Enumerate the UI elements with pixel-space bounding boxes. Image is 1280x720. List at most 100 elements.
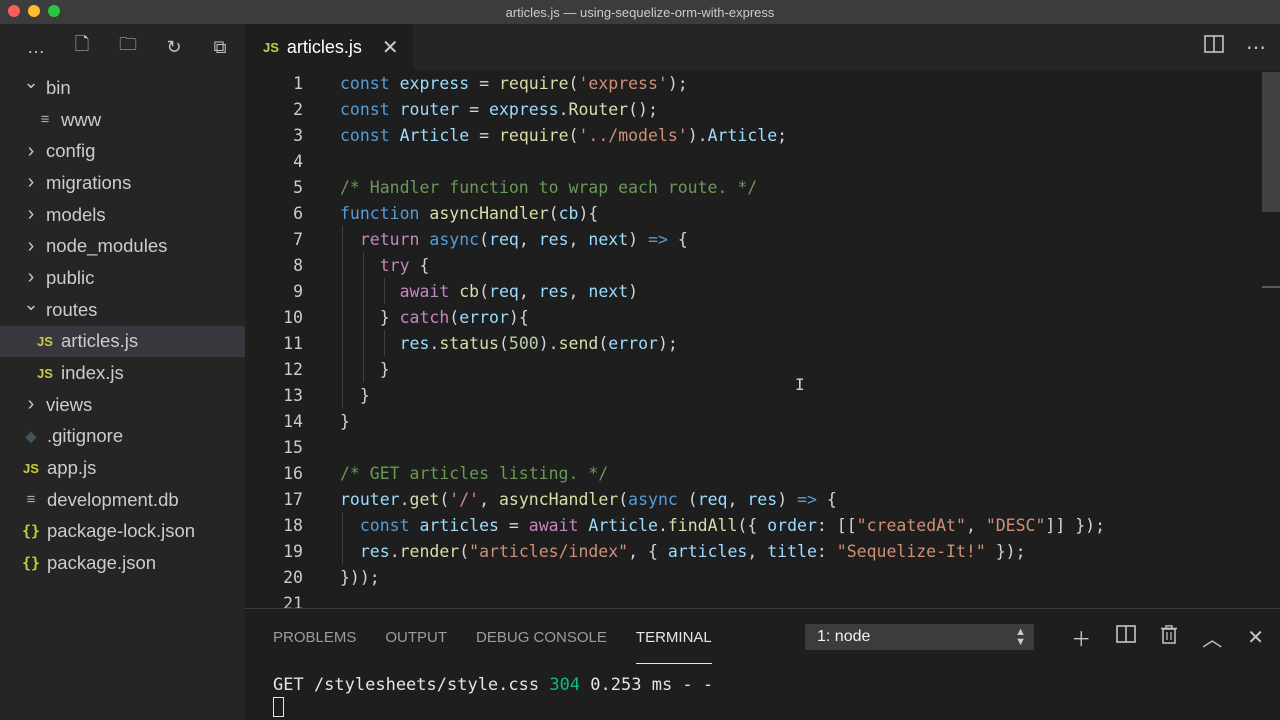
- more-actions-icon[interactable]: …: [24, 35, 48, 59]
- terminal-timing: 0.253 ms - -: [580, 675, 714, 695]
- code-token: get: [409, 490, 440, 509]
- line-number: 15: [283, 438, 303, 457]
- code-text: res.render("articles/index", { articles,…: [340, 539, 1026, 565]
- code-token: router: [399, 100, 460, 119]
- code-token: title: [767, 542, 817, 561]
- code-token: "createdAt": [856, 516, 966, 535]
- tab-terminal[interactable]: TERMINAL: [635, 629, 712, 664]
- split-editor-icon[interactable]: [1204, 35, 1224, 59]
- code-token: res: [538, 230, 569, 249]
- new-folder-icon[interactable]: 🗀: [116, 34, 140, 59]
- code-token: ]] });: [1045, 516, 1106, 535]
- tree-item[interactable]: › config: [0, 135, 245, 167]
- tree-item[interactable]: ⌄ bin: [0, 72, 245, 104]
- code-token: order: [767, 516, 817, 535]
- tree-item[interactable]: {} package-lock.json: [0, 516, 245, 548]
- code-token: (: [479, 282, 490, 301]
- collapse-all-icon[interactable]: ⧉: [208, 35, 232, 59]
- more-actions-icon[interactable]: ⋯: [1246, 35, 1266, 60]
- tree-item[interactable]: {} package.json: [0, 547, 245, 579]
- line-number: 8: [293, 256, 303, 275]
- trash-icon[interactable]: [1161, 624, 1178, 650]
- line-number: 11: [283, 334, 303, 353]
- explorer-sidebar: … 🗋 🗀 ↻ ⧉ ⌄ bin ≡ www › config › migrations › models ›…: [0, 24, 245, 720]
- close-tab-icon[interactable]: ✕: [382, 35, 399, 60]
- code-token: }: [340, 308, 400, 327]
- close-window-button[interactable]: [8, 5, 20, 17]
- tree-item-label: articles.js: [61, 330, 139, 352]
- tree-item[interactable]: › migrations: [0, 167, 245, 199]
- tab-output[interactable]: OUTPUT: [385, 629, 447, 646]
- tree-item[interactable]: JS articles.js: [0, 325, 245, 358]
- code-text: router.get('/', asyncHandler(async (req,…: [340, 487, 837, 513]
- code-token: =: [469, 126, 499, 145]
- minimize-window-button[interactable]: [28, 5, 40, 17]
- code-token: articles: [667, 542, 748, 561]
- tree-item[interactable]: JS index.js: [0, 357, 245, 389]
- code-token: '../models': [578, 126, 688, 145]
- code-line: 19 res.render("articles/index", { articl…: [245, 539, 1265, 565]
- tree-item[interactable]: ≡ www: [0, 104, 245, 136]
- code-token: (: [449, 308, 460, 327]
- tree-item[interactable]: › node_modules: [0, 230, 245, 262]
- chevron-right-icon: ›: [27, 234, 35, 257]
- code-editor[interactable]: I 1 const express = require('express'); 2 c…: [245, 70, 1280, 608]
- code-token: await: [399, 282, 450, 301]
- chevron-right-icon: ›: [27, 266, 35, 289]
- code-token: .: [389, 542, 400, 561]
- code-token: const: [340, 74, 390, 93]
- terminal-select[interactable]: 1: node ▲ ▼: [805, 624, 1034, 650]
- tree-item[interactable]: › models: [0, 199, 245, 231]
- code-token: ){: [578, 204, 599, 223]
- new-terminal-icon[interactable]: ＋: [1071, 623, 1091, 652]
- code-token: );: [667, 74, 688, 93]
- code-line: 18 const articles = await Article.findAl…: [245, 513, 1265, 539]
- maximize-window-button[interactable]: [48, 5, 60, 17]
- tree-item[interactable]: ◆ .gitignore: [0, 421, 245, 453]
- code-token: 'express': [578, 74, 668, 93]
- file-tree: ⌄ bin ≡ www › config › migrations › models › node_m…: [0, 72, 245, 579]
- tree-item[interactable]: JS app.js: [0, 452, 245, 484]
- code-line: 10 } catch(error){: [245, 305, 1265, 331]
- code-line: 4: [245, 149, 1265, 175]
- code-token: (: [568, 74, 579, 93]
- terminal-request: GET /stylesheets/style.css: [273, 675, 550, 695]
- tab-problems[interactable]: PROBLEMS: [273, 629, 356, 646]
- code-token: require: [498, 74, 569, 93]
- refresh-icon[interactable]: ↻: [162, 35, 186, 59]
- code-token: ,: [568, 282, 589, 301]
- editor-tab-bar: JS articles.js ✕ ⋯: [245, 24, 1280, 70]
- close-panel-icon[interactable]: ✕: [1247, 625, 1264, 650]
- new-file-icon[interactable]: 🗋: [70, 34, 94, 59]
- code-token: Article: [707, 126, 778, 145]
- tree-item[interactable]: ⌄ routes: [0, 294, 245, 326]
- code-token: Article: [399, 126, 470, 145]
- js-file-icon: JS: [37, 365, 53, 381]
- code-token: .: [399, 490, 410, 509]
- code-text: try {: [340, 253, 430, 279]
- tree-item[interactable]: › views: [0, 389, 245, 421]
- code-token: req: [697, 490, 728, 509]
- code-text: function asyncHandler(cb){: [340, 201, 598, 227]
- window-controls: [8, 5, 60, 17]
- tree-item[interactable]: › public: [0, 262, 245, 294]
- code-token: .: [429, 334, 440, 353]
- code-token: (: [439, 490, 450, 509]
- line-number: 19: [283, 542, 303, 561]
- code-token: asyncHandler: [429, 204, 549, 223]
- split-terminal-icon[interactable]: [1116, 625, 1137, 649]
- line-number: 17: [283, 490, 303, 509]
- code-token: ,: [568, 230, 589, 249]
- tree-item-label: public: [46, 266, 95, 288]
- terminal-output-line: GET /stylesheets/style.css 304 0.253 ms …: [273, 675, 713, 695]
- editor-actions: ⋯: [1204, 24, 1266, 70]
- maximize-panel-icon[interactable]: ︿: [1202, 623, 1222, 652]
- tree-item[interactable]: ≡ development.db: [0, 484, 245, 516]
- tab-articles-js[interactable]: JS articles.js ✕: [245, 24, 413, 70]
- tab-debug-console[interactable]: DEBUG CONSOLE: [476, 629, 607, 646]
- line-number: 12: [283, 360, 303, 379]
- code-text: }: [340, 409, 350, 435]
